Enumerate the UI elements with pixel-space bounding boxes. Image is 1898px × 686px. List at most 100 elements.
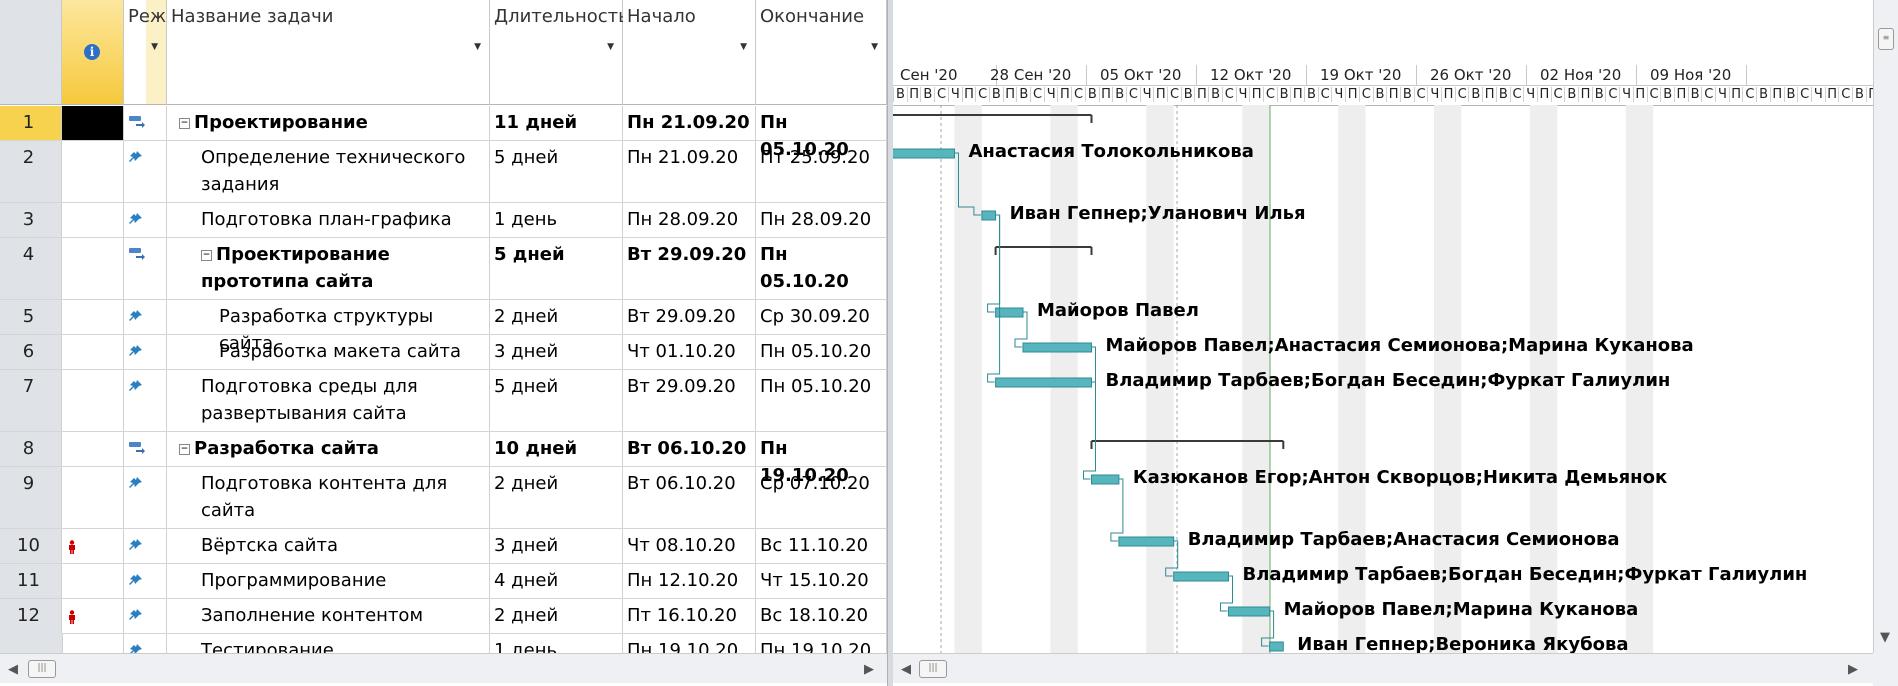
gantt-vertical-scrollbar[interactable]: ≡ ▼ [1873,0,1898,653]
person-indicator-icon[interactable] [68,535,76,562]
row-id[interactable]: 4 [0,238,62,299]
indicators-column-header[interactable]: i [62,0,124,105]
grid-horizontal-scrollbar[interactable]: ◀ ||| ▶ [0,653,887,683]
row-id[interactable]: 6 [0,335,62,369]
task-start[interactable]: Чт 08.10.20 [623,529,756,563]
task-mode-cell[interactable] [124,300,167,334]
task-start[interactable]: Вт 06.10.20 [623,432,756,466]
task-mode-cell[interactable] [124,238,167,299]
task-mode-cell[interactable] [124,599,167,633]
task-mode-cell[interactable] [124,106,167,140]
task-mode-cell[interactable] [124,467,167,528]
task-duration[interactable]: 1 день [490,203,623,237]
gantt-horizontal-scrollbar[interactable]: ◀ ||| ▶ [893,653,1873,683]
task-finish[interactable]: Пн 05.10.20 [756,370,887,431]
task-finish[interactable]: Пн 05.10.20 [756,106,887,160]
task-mode-cell[interactable] [124,370,167,431]
task-finish[interactable]: Пн 19.10.20 [756,432,887,486]
task-finish[interactable]: Вс 18.10.20 [756,599,887,633]
task-start[interactable]: Пн 21.09.20 [623,141,756,202]
task-mode-cell[interactable] [124,335,167,369]
table-row[interactable]: 9 Подготовка контента для сайта 2 дней Вт 0… [0,467,887,529]
task-duration[interactable]: 10 дней [490,432,623,466]
task-name[interactable]: Заполнение контентом [167,599,490,633]
task-start[interactable]: Пн 21.09.20 [623,106,756,140]
task-mode-cell[interactable] [124,141,167,202]
start-column-header[interactable]: Начало ▼ [623,0,756,105]
chevron-down-icon[interactable]: ▼ [151,42,158,52]
task-start[interactable]: Вт 29.09.20 [623,300,756,334]
task-duration[interactable]: 2 дней [490,300,623,334]
row-id[interactable]: 12 [0,599,62,633]
table-row[interactable]: 10 Вёртска сайта 3 дней Чт 08.10.20 Вс 11.10… [0,529,887,564]
task-start[interactable]: Вт 29.09.20 [623,370,756,431]
task-mode-cell[interactable] [124,564,167,598]
task-name[interactable]: Определение технического задания [167,141,490,202]
task-name[interactable]: − Проектирование прототипа сайта [167,238,490,299]
task-duration[interactable]: 5 дней [490,370,623,431]
finish-column-header[interactable]: Окончание ▼ [756,0,887,105]
row-id[interactable]: 5 [0,300,62,334]
row-id[interactable]: 11 [0,564,62,598]
select-all-corner[interactable] [0,0,62,105]
task-duration[interactable]: 5 дней [490,238,623,299]
task-name[interactable]: Подготовка контента для сайта [167,467,490,528]
scroll-right-icon[interactable]: ▶ [1848,662,1858,677]
table-row[interactable]: 4 − Проектирование прототипа сайта 5 дней Вт… [0,238,887,300]
task-finish[interactable]: Ср 07.10.20 [756,467,887,528]
task-duration[interactable]: 11 дней [490,106,623,140]
chevron-down-icon[interactable]: ▼ [607,42,614,52]
task-finish[interactable]: Пн 05.10.20 [756,335,887,369]
scroll-left-icon[interactable]: ◀ [901,662,911,677]
collapse-icon[interactable]: − [179,444,190,455]
scroll-thumb[interactable]: ||| [28,660,56,678]
task-finish[interactable]: Чт 15.10.20 [756,564,887,598]
task-start[interactable]: Чт 01.10.20 [623,335,756,369]
table-row[interactable]: 6 Разработка макета сайта 3 дней Чт 01.10.2… [0,335,887,370]
table-row[interactable]: 7 Подготовка среды для развертывания сайт… [0,370,887,432]
task-start[interactable]: Вт 06.10.20 [623,467,756,528]
task-name[interactable]: − Разработка сайта [167,432,490,466]
task-start[interactable]: Вт 29.09.20 [623,238,756,299]
name-column-header[interactable]: Название задачи ▼ [167,0,490,105]
table-row[interactable]: 3 Подготовка план-графика 1 день Пн 28.09.2… [0,203,887,238]
duration-column-header[interactable]: Длительность ▼ [490,0,629,105]
task-finish[interactable]: Пн 05.10.20 [756,238,887,299]
task-name[interactable]: Подготовка среды для развертывания сайта [167,370,490,431]
table-row[interactable]: 2 Определение технического задания 5 дней П… [0,141,887,203]
task-name[interactable]: Подготовка план-графика [167,203,490,237]
task-mode-cell[interactable] [124,432,167,466]
task-finish[interactable]: Пн 28.09.20 [756,203,887,237]
task-start[interactable]: Пт 16.10.20 [623,599,756,633]
row-id[interactable]: 2 [0,141,62,202]
task-mode-cell[interactable] [124,529,167,563]
row-id[interactable]: 7 [0,370,62,431]
task-finish[interactable]: Ср 30.09.20 [756,300,887,334]
chevron-down-icon[interactable]: ▼ [871,42,878,52]
row-id[interactable]: 3 [0,203,62,237]
task-duration[interactable]: 2 дней [490,467,623,528]
task-name[interactable]: − Проектирование [167,106,490,140]
row-id[interactable]: 1 [0,106,62,140]
task-name[interactable]: Программирование [167,564,490,598]
task-name[interactable]: Вёртска сайта [167,529,490,563]
row-id[interactable]: 10 [0,529,62,563]
table-row[interactable]: 5 Разработка структуры сайта 2 дней Вт 29.0… [0,300,887,354]
task-name[interactable]: Разработка структуры сайта [167,300,490,354]
scroll-thumb[interactable]: ||| [919,660,947,678]
task-duration[interactable]: 5 дней [490,141,623,202]
scroll-left-icon[interactable]: ◀ [8,662,18,677]
mode-column-header[interactable]: Режим задачи ▼ [124,0,167,105]
collapse-icon[interactable]: − [201,250,212,261]
person-indicator-icon[interactable] [68,605,76,632]
scroll-thumb[interactable]: ≡ [1878,28,1894,50]
row-id[interactable]: 8 [0,432,62,466]
scroll-down-icon[interactable]: ▼ [1880,630,1890,645]
task-start[interactable]: Пн 28.09.20 [623,203,756,237]
table-row[interactable]: 11 Программирование 4 дней Пн 12.10.20 Чт 15… [0,564,887,599]
task-name[interactable]: Разработка макета сайта [167,335,490,369]
task-finish[interactable]: Пт 25.09.20 [756,141,887,202]
collapse-icon[interactable]: − [179,118,190,129]
chevron-down-icon[interactable]: ▼ [474,42,481,52]
task-duration[interactable]: 2 дней [490,599,623,633]
